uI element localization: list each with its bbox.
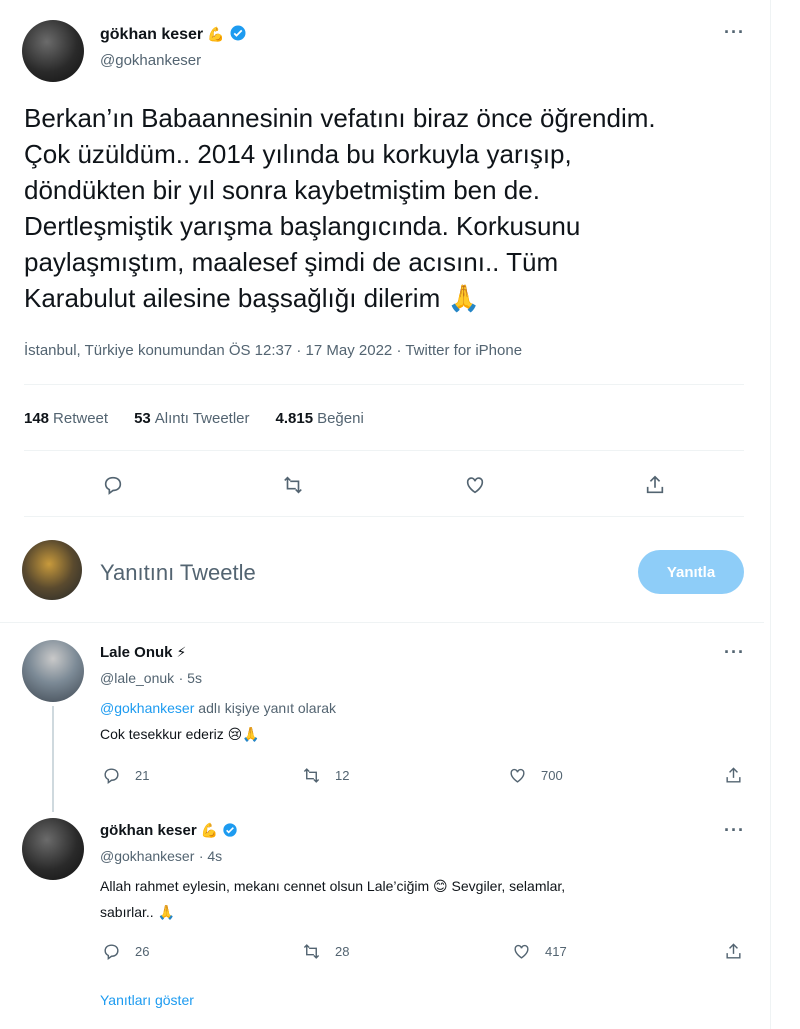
- reply-icon: [104, 476, 122, 495]
- column-divider: [770, 0, 771, 1029]
- retweets-stat[interactable]: 148 Retweet: [24, 410, 108, 427]
- reply-text-line: sabırlar.. 🙏: [100, 904, 176, 920]
- reply-button[interactable]: 21: [102, 766, 149, 785]
- divider: [24, 450, 744, 451]
- like-icon: [514, 944, 529, 959]
- retweet-icon: [303, 768, 320, 783]
- reply-count: 26: [135, 944, 150, 959]
- like-count: 417: [545, 944, 567, 959]
- divider: [24, 384, 744, 385]
- reply-icon: [104, 944, 119, 961]
- share-icon: [726, 767, 741, 783]
- reply-icon: [104, 768, 119, 785]
- retweet-icon: [284, 476, 302, 494]
- like-button[interactable]: [464, 474, 486, 496]
- like-button[interactable]: 417: [512, 942, 567, 961]
- name-emoji: 💪: [200, 822, 219, 838]
- retweet-button[interactable]: 28: [302, 942, 349, 961]
- author-handle[interactable]: @gokhankeser: [100, 52, 201, 69]
- more-icon[interactable]: ···: [724, 820, 745, 841]
- share-icon: [646, 475, 664, 494]
- reply-text-line: Allah rahmet eylesin, mekanı cennet olsu…: [100, 878, 566, 894]
- tweet-text-line: paylaşmıştım, maalesef şimdi de acısını.…: [24, 247, 559, 277]
- reply-handle-row: @gokhankeser · 4s: [100, 848, 222, 866]
- verified-icon: [223, 823, 237, 837]
- reply-author-name[interactable]: Lale Onuk: [100, 644, 173, 661]
- reply-button[interactable]: [102, 474, 124, 496]
- author-name[interactable]: gökhan keser: [100, 26, 203, 43]
- tweet-text-line: döndükten bir yıl sonra kaybetmiştim ben…: [24, 175, 540, 205]
- replying-to-link[interactable]: @gokhankeser: [100, 700, 194, 716]
- retweet-button[interactable]: [282, 474, 304, 496]
- quotes-count: 53: [134, 410, 151, 427]
- divider: [0, 622, 764, 623]
- share-icon: [726, 943, 741, 959]
- show-replies-link[interactable]: Yanıtları göster: [100, 992, 194, 1008]
- reply-time[interactable]: · 4s: [199, 848, 222, 864]
- more-icon[interactable]: ···: [724, 22, 745, 43]
- reply-text: Cok tesekkur ederiz 😢🙏: [100, 726, 260, 742]
- tweet-text-line: Berkan’ın Babaannesinin vefatını biraz ö…: [24, 103, 656, 133]
- reply-handle[interactable]: @lale_onuk: [100, 670, 174, 686]
- reply-button[interactable]: 26: [102, 942, 149, 961]
- reply-count: 21: [135, 768, 150, 783]
- quotes-label: Alıntı Tweetler: [154, 410, 250, 427]
- tweet-detail: gökhan keser 💪 @gokhankeser ··· Berkan’ın…: [0, 0, 764, 1029]
- quotes-stat[interactable]: 53 Alıntı Tweetler: [134, 410, 249, 427]
- share-button[interactable]: [644, 474, 666, 496]
- more-icon[interactable]: ···: [724, 642, 745, 663]
- tweet-meta[interactable]: İstanbul, Türkiye konumundan ÖS 12:37 · …: [24, 342, 522, 359]
- reply-avatar[interactable]: [22, 640, 84, 702]
- like-count: 700: [541, 768, 563, 783]
- retweets-label: Retweet: [53, 410, 109, 427]
- tweet-text-line: Karabulut ailesine başsağlığı dilerim 🙏: [24, 283, 480, 313]
- tweet-text-line: Çok üzüldüm.. 2014 yılında bu korkuyla y…: [24, 139, 572, 169]
- replying-to: @gokhankeser adlı kişiye yanıt olarak: [100, 700, 336, 716]
- likes-label: Beğeni: [317, 410, 364, 427]
- reply-handle[interactable]: @gokhankeser: [100, 848, 194, 864]
- tweet-text-line: Dertleşmiştik yarışma başlangıcında. Kor…: [24, 211, 581, 241]
- reply-time[interactable]: · 5s: [179, 670, 202, 686]
- like-icon: [510, 768, 525, 783]
- reply-input[interactable]: Yanıtını Tweetle: [100, 560, 256, 586]
- like-button[interactable]: 700: [508, 766, 563, 785]
- author-avatar[interactable]: [22, 20, 84, 82]
- reply-avatar[interactable]: [22, 818, 84, 880]
- reply-handle-row: @lale_onuk · 5s: [100, 670, 202, 688]
- retweet-button[interactable]: 12: [302, 766, 349, 785]
- reply-author-row: Lale Onuk ⚡: [100, 644, 186, 662]
- name-emoji: 💪: [207, 26, 225, 42]
- thread-line: [52, 706, 54, 812]
- share-button[interactable]: [724, 942, 743, 961]
- retweet-count: 28: [335, 944, 350, 959]
- verified-icon: [230, 25, 246, 41]
- like-icon: [466, 477, 484, 494]
- replying-to-suffix: adlı kişiye yanıt olarak: [198, 700, 337, 716]
- composer-avatar[interactable]: [22, 540, 82, 600]
- reply-author-name[interactable]: gökhan keser: [100, 822, 197, 839]
- reply-submit-button[interactable]: Yanıtla: [638, 550, 744, 594]
- divider: [24, 516, 744, 517]
- name-emoji: ⚡: [176, 644, 187, 660]
- likes-stat[interactable]: 4.815 Beğeni: [276, 410, 364, 427]
- retweets-count: 148: [24, 410, 50, 427]
- tweet-text: Berkan’ın Babaannesinin vefatını biraz ö…: [24, 100, 744, 316]
- share-button[interactable]: [724, 766, 743, 785]
- reply-author-row: gökhan keser 💪: [100, 822, 238, 840]
- likes-count: 4.815: [275, 410, 314, 427]
- tweet-stats: 148 Retweet 53 Alıntı Tweetler 4.815 Beğeni: [24, 410, 364, 427]
- retweet-icon: [303, 944, 320, 959]
- retweet-count: 12: [335, 768, 350, 783]
- author-name-row: gökhan keser 💪: [100, 24, 247, 44]
